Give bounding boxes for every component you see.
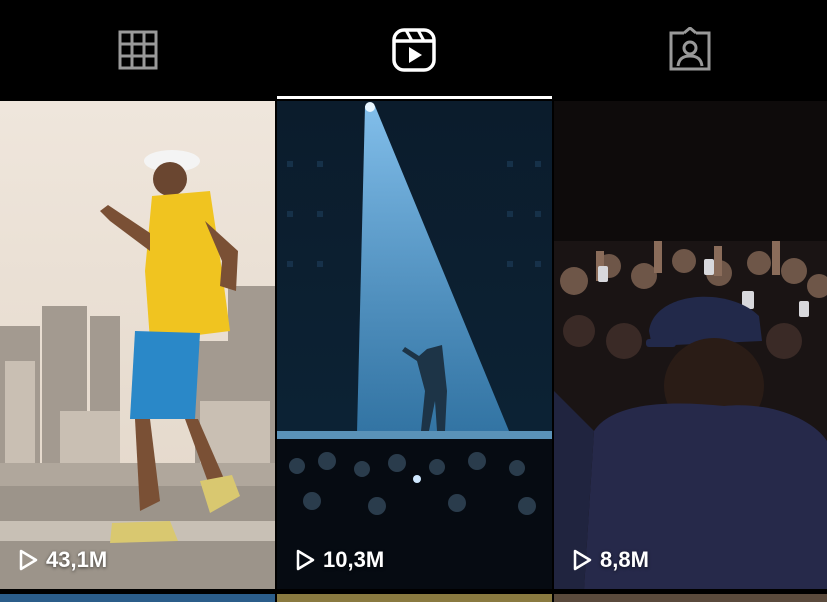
view-count-text: 8,8M	[600, 547, 649, 572]
tagged-icon	[667, 27, 713, 73]
view-count: 43,1M	[18, 547, 107, 573]
reel-thumbnail-2[interactable]: 10,3M	[277, 101, 552, 589]
play-icon	[572, 549, 592, 571]
tab-reels[interactable]	[276, 0, 552, 100]
reel-3-image	[554, 101, 827, 589]
reel-thumbnail-6[interactable]	[554, 594, 827, 602]
reel-thumbnail-1[interactable]: 43,1M	[0, 101, 275, 589]
tab-posts-grid[interactable]	[0, 0, 276, 100]
grid-icon	[117, 29, 159, 71]
play-icon	[18, 549, 38, 571]
tab-tagged[interactable]	[552, 0, 827, 100]
view-count: 8,8M	[572, 547, 649, 573]
reel-2-image	[277, 101, 552, 589]
reels-grid: 43,1M 10,3M 8,8M	[0, 101, 827, 602]
play-icon	[295, 549, 315, 571]
profile-tab-bar	[0, 0, 827, 100]
reel-thumbnail-5[interactable]	[277, 594, 552, 602]
reel-1-image	[0, 101, 275, 589]
view-count-text: 10,3M	[323, 547, 385, 572]
active-tab-indicator	[277, 96, 552, 99]
view-count: 10,3M	[295, 547, 384, 573]
reel-thumbnail-3[interactable]: 8,8M	[554, 101, 827, 589]
reel-thumbnail-4[interactable]	[0, 594, 275, 602]
reels-icon	[391, 27, 437, 73]
view-count-text: 43,1M	[46, 547, 108, 572]
